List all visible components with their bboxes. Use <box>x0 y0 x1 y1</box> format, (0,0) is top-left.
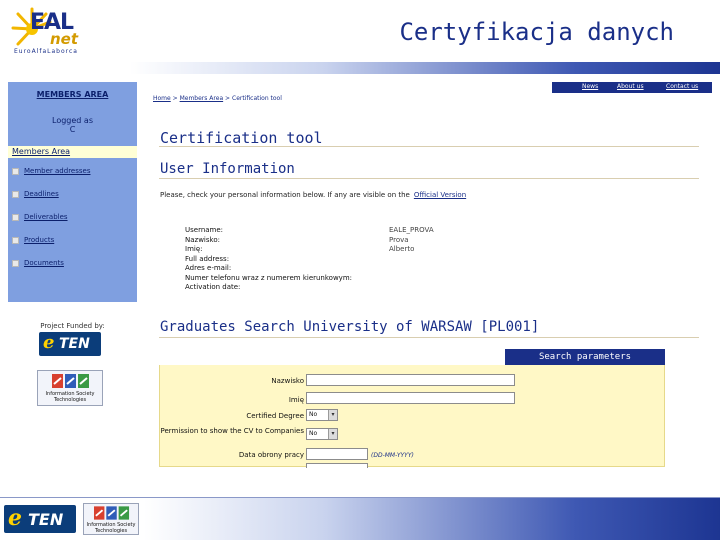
info-row-nazwisko: Nazwisko: Prova <box>185 236 465 246</box>
eten-logo-ten: TEN <box>59 336 90 352</box>
info-key: Adres e-mail: <box>185 264 232 272</box>
slide-title: Certyfikacja danych <box>399 18 674 46</box>
permission-cv-select[interactable]: No ▾ <box>306 428 338 440</box>
logo-brand-sub: net <box>50 30 79 48</box>
info-key: Numer telefonu wraz z numerem kierunkowy… <box>185 273 353 282</box>
breadcrumb: Home > Members Area > Certification tool <box>153 95 282 102</box>
logged-user-name: C <box>69 125 76 134</box>
chevron-down-icon[interactable]: ▾ <box>328 410 337 420</box>
date-label: Data obrony pracy <box>238 451 304 459</box>
ist-tiles-icon <box>94 506 130 520</box>
sidebar-item-members-area[interactable]: Members Area <box>8 146 137 158</box>
sidebar-item-deliverables[interactable]: Deliverables <box>12 212 68 224</box>
bullet-icon <box>12 259 19 267</box>
official-version-link[interactable]: Official Version <box>414 191 466 199</box>
info-row-activation-date: Activation date: <box>185 283 465 293</box>
info-value: EALE_PROVA <box>389 226 434 234</box>
permission-cv-value: No <box>309 430 318 437</box>
certified-degree-select[interactable]: No ▾ <box>306 409 338 421</box>
info-key: Imię: <box>185 245 203 253</box>
notice-text: Please, check your personal information … <box>160 191 410 199</box>
date-format-hint: (DD-MM-YYYY) <box>371 452 414 459</box>
bullet-icon <box>12 236 19 244</box>
graduates-search-heading: Graduates Search University of WARSAW [P… <box>160 319 540 335</box>
slide-header: EAL net EuroAlfaLaborca Certyfikacja dan… <box>0 0 720 62</box>
logged-as-label: Logged as <box>52 116 93 125</box>
project-funded-label: Project Funded by: <box>40 322 105 330</box>
info-value: Prova <box>389 235 409 244</box>
sidebar-item-label: Documents <box>24 259 64 267</box>
divider <box>159 178 699 179</box>
members-area-heading[interactable]: MEMBERS AREA <box>8 90 137 99</box>
sidebar-item-products[interactable]: Products <box>12 235 54 247</box>
sidebar-item-label: Products <box>24 236 55 244</box>
search-panel <box>159 349 665 467</box>
certified-degree-label: Certified Degree <box>246 412 304 420</box>
nazwisko-input[interactable] <box>306 374 515 386</box>
nav-about-link[interactable]: About us <box>617 83 644 90</box>
user-info-notice: Please, check your personal information … <box>160 191 466 199</box>
info-key: Username: <box>185 226 224 234</box>
footer-eten-logo: e TEN <box>4 505 76 533</box>
sidebar-item-label: Deliverables <box>24 213 68 221</box>
permission-cv-label: Permission to show the CV to Companies <box>160 427 304 435</box>
date-input[interactable] <box>306 448 368 460</box>
info-row-imie: Imię: Alberto <box>185 245 465 255</box>
info-key: Activation date: <box>185 283 241 291</box>
info-row-username: Username: EALE_PROVA <box>185 226 465 236</box>
chevron-down-icon[interactable]: ▾ <box>328 429 337 439</box>
breadcrumb-separator: > <box>172 95 178 102</box>
user-info-table: Username: EALE_PROVA Nazwisko: Prova Imi… <box>185 226 465 293</box>
info-value: Alberto <box>389 245 415 253</box>
breadcrumb-members[interactable]: Members Area <box>180 95 224 102</box>
footer-ist-text: Information Society Technologies <box>86 522 136 534</box>
nav-contact-link[interactable]: Contact us <box>666 83 698 90</box>
footer-eten-ten: TEN <box>28 510 64 529</box>
sidebar-item-label: Member addresses <box>24 167 91 175</box>
certified-degree-value: No <box>309 411 318 418</box>
ist-logo: Information Society Technologies <box>37 370 103 406</box>
imie-input[interactable] <box>306 392 515 404</box>
extra-input[interactable] <box>306 463 368 468</box>
eal-net-logo: EAL net EuroAlfaLaborca <box>6 4 130 58</box>
footer-eten-e: e <box>8 505 22 531</box>
ist-logo-text: Information Society Technologies <box>45 391 95 403</box>
search-parameters-tab[interactable]: Search parameters <box>505 349 665 365</box>
nazwisko-label: Nazwisko <box>271 377 304 385</box>
divider <box>159 337 699 338</box>
info-row-full-address: Full address: <box>185 255 465 265</box>
info-key: Nazwisko: <box>185 235 220 244</box>
nav-news-link[interactable]: News <box>582 83 598 90</box>
logo-tagline: EuroAlfaLaborca <box>14 48 78 55</box>
breadcrumb-home[interactable]: Home <box>153 95 171 102</box>
sidebar: MEMBERS AREA Logged as C Members Area Me… <box>8 82 137 302</box>
imie-label: Imię <box>288 396 304 404</box>
bullet-icon <box>12 190 19 198</box>
ist-tiles-icon <box>52 374 89 388</box>
sidebar-item-member-addresses[interactable]: Member addresses <box>12 166 90 178</box>
sidebar-item-label: Deadlines <box>24 190 59 198</box>
bullet-icon <box>12 167 19 175</box>
bullet-icon <box>12 213 19 221</box>
eten-logo: e TEN <box>39 332 101 356</box>
info-row-phone: Numer telefonu wraz z numerem kierunkowy… <box>185 274 465 284</box>
user-info-heading: User Information <box>160 161 295 177</box>
breadcrumb-separator: > <box>225 95 231 102</box>
info-key: Full address: <box>185 254 230 263</box>
sidebar-item-deadlines[interactable]: Deadlines <box>12 189 59 201</box>
info-row-email: Adres e-mail: <box>185 264 465 274</box>
sidebar-item-documents[interactable]: Documents <box>12 258 64 270</box>
footer-ist-logo: Information Society Technologies <box>83 503 139 535</box>
breadcrumb-current: Certification tool <box>232 95 282 102</box>
page-title: Certification tool <box>160 129 323 147</box>
eten-logo-e: e <box>43 332 55 353</box>
divider <box>159 146 699 147</box>
header-rule <box>0 62 720 74</box>
